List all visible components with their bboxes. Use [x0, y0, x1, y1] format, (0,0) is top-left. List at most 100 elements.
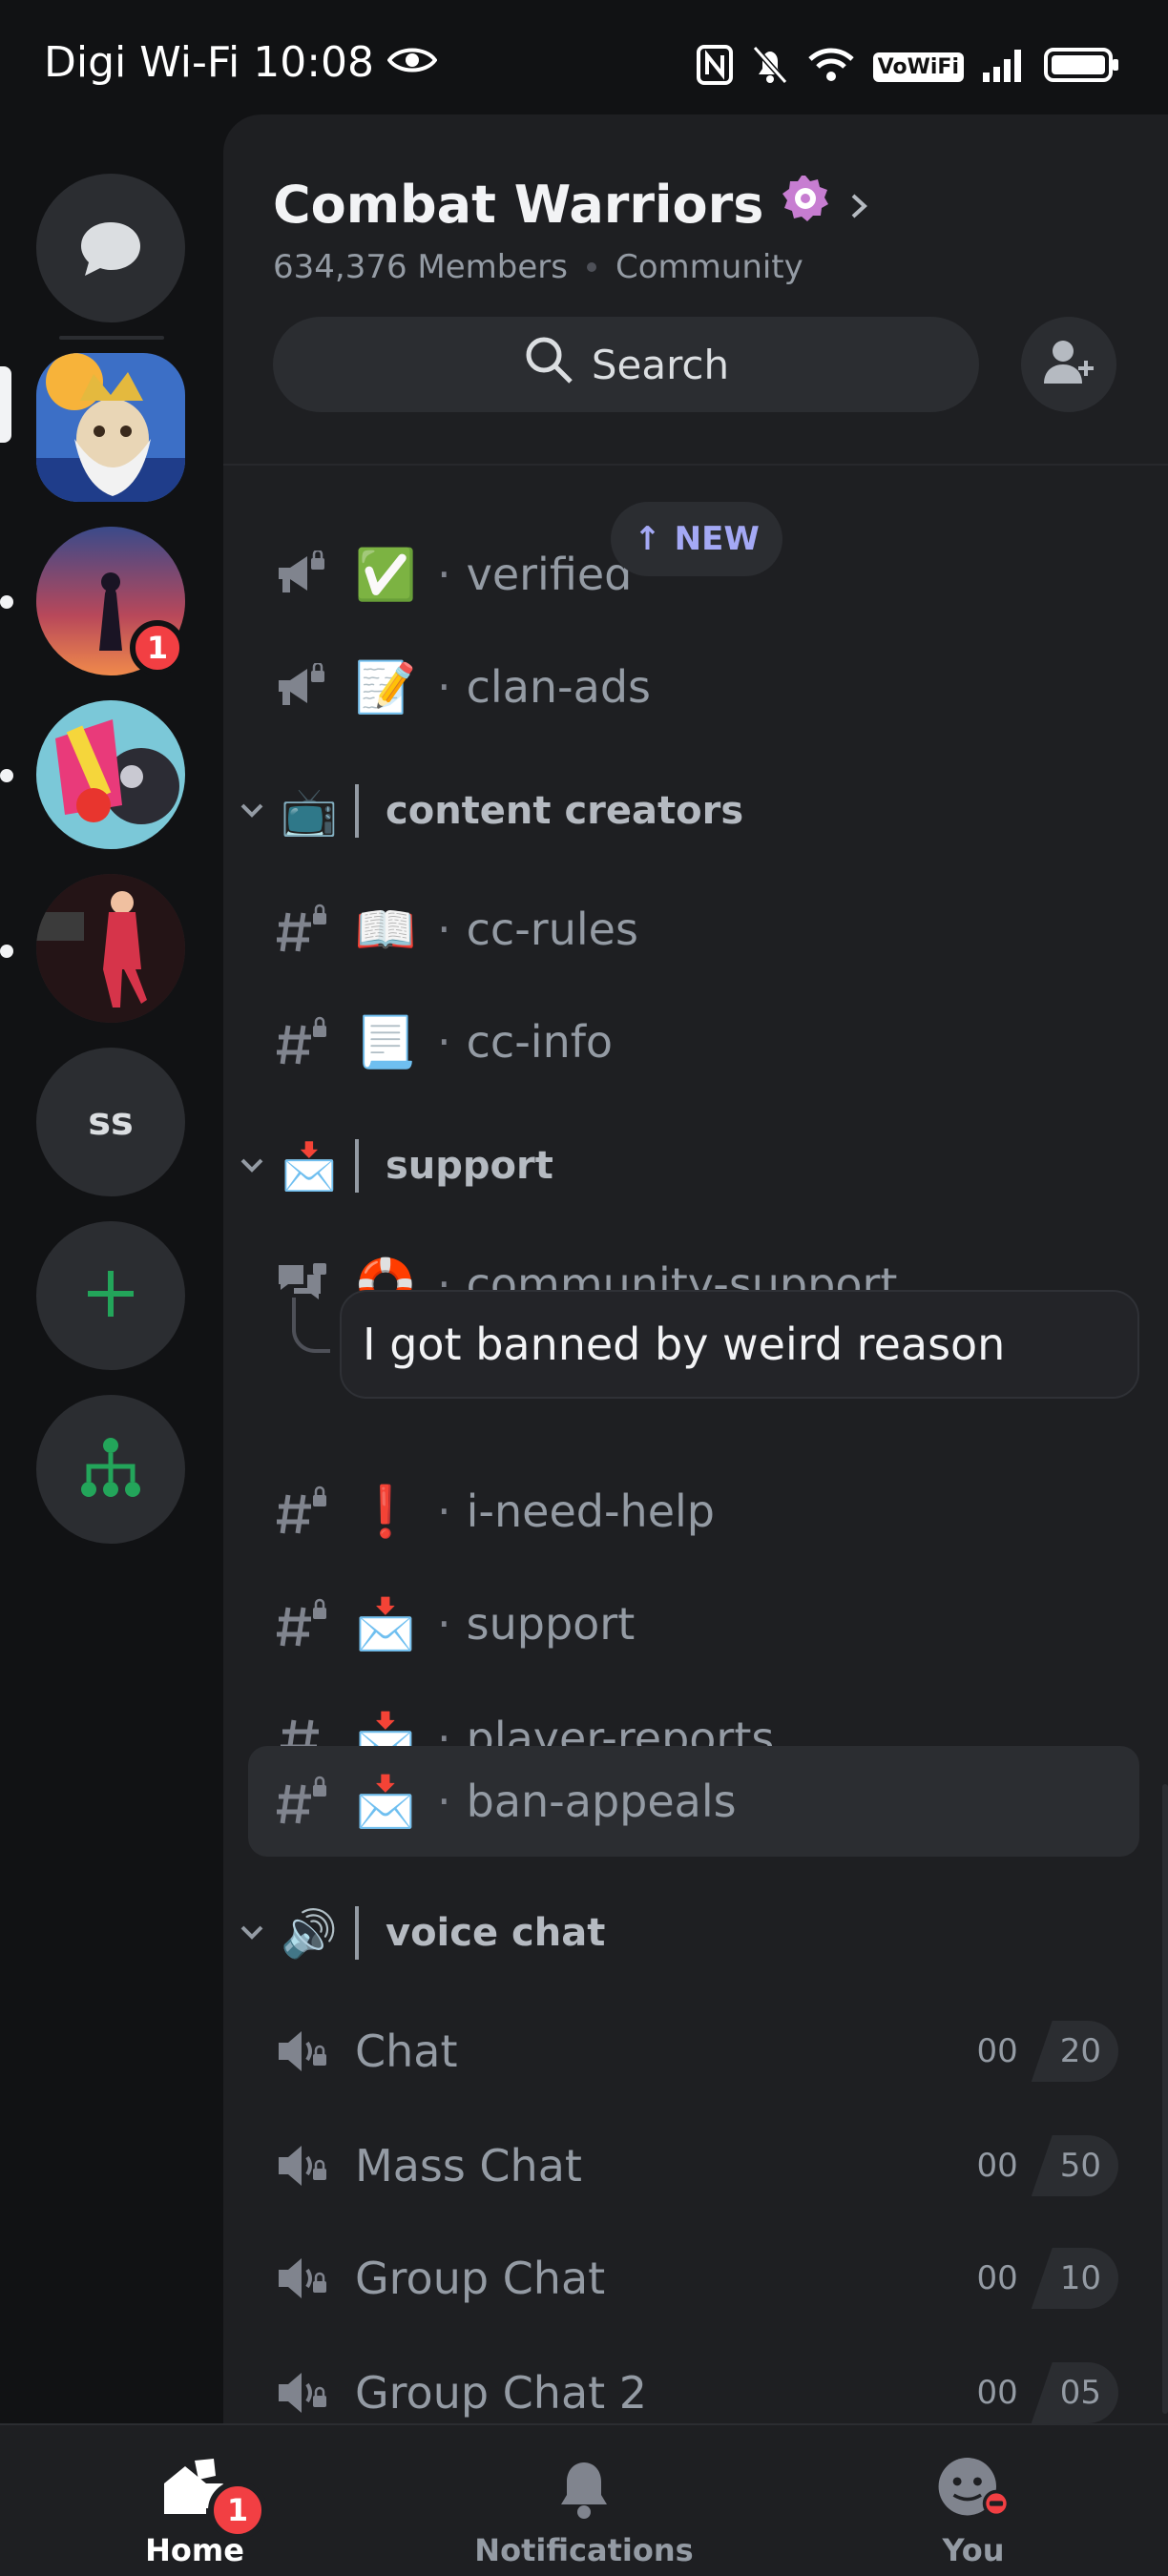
category-title: support	[386, 1144, 553, 1188]
channel-name: cc-rules	[466, 904, 638, 955]
bell-icon	[546, 2450, 622, 2526]
voice-user-count: 00 05	[963, 2362, 1118, 2423]
server-rail: 1 ss	[0, 134, 223, 2423]
hashtag-locked-icon	[273, 1483, 330, 1540]
nav-you[interactable]: You	[830, 2425, 1116, 2576]
unread-dot	[0, 595, 13, 609]
add-server-button[interactable]	[36, 1221, 185, 1370]
channel-emoji: ✅	[354, 546, 417, 604]
new-unreads-pill[interactable]: ↑ NEW	[611, 502, 782, 576]
chevron-down-icon	[239, 1150, 265, 1183]
chevron-right-icon	[847, 175, 870, 235]
direct-messages-button[interactable]	[36, 174, 185, 322]
announcement-locked-icon	[273, 658, 330, 716]
member-count: 634,376 Members	[273, 248, 568, 286]
unread-dot	[0, 945, 13, 958]
nav-notifications-label: Notifications	[474, 2532, 694, 2568]
bottom-nav: 1 Home Notifications You	[0, 2423, 1168, 2576]
voice-user-count: 00 20	[963, 2021, 1118, 2082]
server-unread-badge: 1	[130, 620, 185, 675]
voice-channel-mass-chat[interactable]: Mass Chat 00 50	[223, 2118, 1168, 2213]
voice-channel-name: Chat	[355, 2025, 458, 2077]
channel-name: ban-appeals	[466, 1776, 737, 1827]
voice-channel-group-chat[interactable]: Group Chat 00 10	[223, 2231, 1168, 2326]
status-right: VoWiFi	[696, 44, 1120, 90]
discover-servers-button[interactable]	[36, 1395, 185, 1544]
voice-user-limit: 05	[1031, 2362, 1118, 2423]
rail-divider	[59, 336, 164, 340]
category-voice-chat[interactable]: 🔊 voice chat	[223, 1895, 1168, 1971]
category-support[interactable]: 📩 support	[223, 1128, 1168, 1204]
speaker-locked-icon	[273, 2023, 330, 2080]
header-divider	[223, 464, 1168, 466]
dot-separator: ·	[437, 1016, 451, 1068]
nav-notifications[interactable]: Notifications	[441, 2425, 727, 2576]
channel-emoji: 📩	[354, 1773, 417, 1831]
hashtag-locked-icon	[273, 1773, 330, 1830]
voice-current-users: 00	[976, 2032, 1018, 2070]
speaker-locked-icon	[273, 2250, 330, 2307]
voice-channel-name: Group Chat	[355, 2253, 606, 2304]
dot-separator: ·	[437, 1485, 451, 1537]
thread-item[interactable]: I got banned by weird reason	[340, 1290, 1139, 1399]
server-icon-combat-warriors[interactable]	[36, 353, 185, 502]
carrier-label: Digi Wi-Fi	[44, 38, 240, 87]
channel-panel: Combat Warriors 634,376 Members Communit…	[223, 114, 1168, 2423]
category-bar	[355, 784, 359, 838]
battery-icon	[1044, 46, 1120, 88]
channel-cc-rules[interactable]: 📖 · cc-rules	[223, 882, 1168, 977]
server-icon-4[interactable]	[36, 874, 185, 1023]
channel-name-wrap: · support	[437, 1598, 635, 1650]
category-title: content creators	[386, 789, 744, 833]
separator-dot	[586, 262, 596, 272]
voice-current-users: 00	[976, 2374, 1018, 2412]
channel-emoji: ❗	[354, 1483, 417, 1541]
server-icon-3[interactable]	[36, 700, 185, 849]
channel-emoji: 📖	[354, 901, 417, 959]
voice-channel-chat[interactable]: Chat 00 20	[223, 2004, 1168, 2099]
nav-home[interactable]: 1 Home	[52, 2425, 338, 2576]
guild-header[interactable]: Combat Warriors	[273, 174, 870, 236]
eye-icon	[386, 38, 438, 87]
chat-bubble-icon	[36, 174, 185, 322]
chevron-down-icon	[239, 795, 265, 828]
voice-user-count: 00 10	[963, 2248, 1118, 2309]
category-bar	[355, 1139, 359, 1193]
channel-clan-ads[interactable]: 📝 · clan-ads	[223, 639, 1168, 735]
channel-name: i-need-help	[466, 1485, 715, 1537]
dot-separator: ·	[437, 549, 451, 600]
invite-members-button[interactable]	[1021, 317, 1116, 412]
voice-user-limit: 50	[1031, 2135, 1118, 2196]
search-icon	[523, 334, 574, 395]
speaker-locked-icon	[273, 2137, 330, 2194]
search-button[interactable]: Search	[273, 317, 979, 412]
channel-emoji: 📝	[354, 658, 417, 717]
channel-i-need-help[interactable]: ❗ · i-need-help	[223, 1464, 1168, 1559]
voice-channel-name: Group Chat 2	[355, 2367, 648, 2419]
selected-server-pill	[0, 366, 11, 443]
dot-separator: ·	[437, 1598, 451, 1650]
channel-name: cc-info	[466, 1016, 614, 1068]
channel-cc-info[interactable]: 📃 · cc-info	[223, 994, 1168, 1090]
wifi-icon	[806, 46, 856, 88]
status-left: Digi Wi-Fi 10:08	[44, 38, 438, 87]
status-bar: Digi Wi-Fi 10:08 VoWiFi	[0, 0, 1168, 134]
channel-support[interactable]: 📩 · support	[223, 1576, 1168, 1672]
category-emoji: 📺	[281, 784, 338, 839]
scrollbar[interactable]	[1162, 1784, 1168, 2414]
channel-name: verified	[466, 549, 633, 600]
arrow-up-icon: ↑	[634, 520, 661, 558]
hashtag-locked-icon	[273, 1013, 330, 1070]
guild-name: Combat Warriors	[273, 175, 764, 235]
channel-ban-appeals[interactable]: 📩 · ban-appeals	[248, 1746, 1139, 1857]
voice-current-users: 00	[976, 2259, 1018, 2297]
dot-separator: ·	[437, 661, 451, 713]
channel-name-wrap: · i-need-help	[437, 1485, 715, 1537]
category-content-creators[interactable]: 📺 content creators	[223, 773, 1168, 849]
dot-separator: ·	[437, 904, 451, 955]
voice-user-count: 00 50	[963, 2135, 1118, 2196]
hashtag-locked-icon	[273, 901, 330, 958]
channel-name-wrap: · ban-appeals	[437, 1776, 737, 1827]
dot-separator: ·	[437, 1776, 451, 1827]
server-icon-ss[interactable]: ss	[36, 1048, 185, 1196]
